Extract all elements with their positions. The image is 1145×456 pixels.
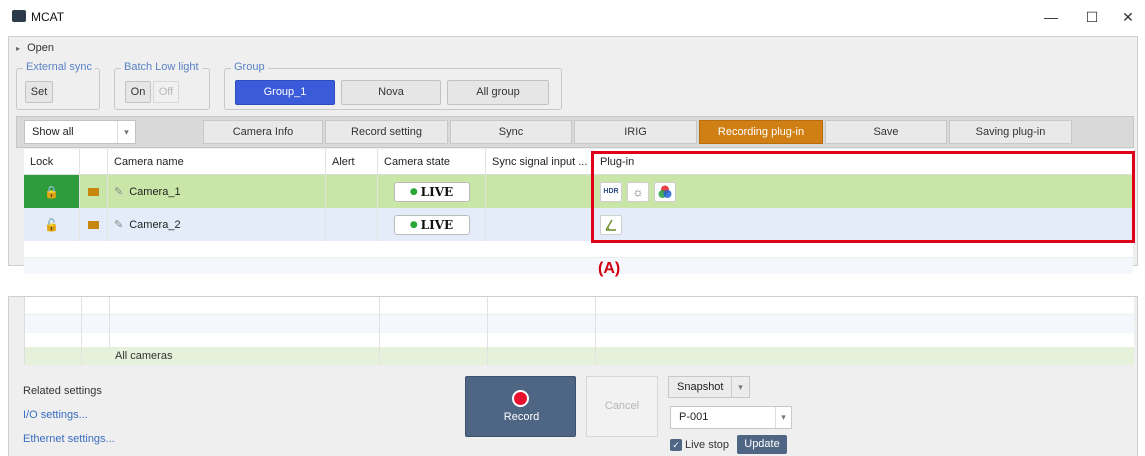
camera-state-cell: ● LIVE bbox=[378, 175, 486, 208]
external-sync-legend: External sync bbox=[23, 61, 96, 73]
tab-saving-plugin[interactable]: Saving plug-in bbox=[949, 120, 1072, 144]
title-bar: MCAT — ☐ ✕ bbox=[0, 0, 1145, 34]
col-divider bbox=[81, 297, 82, 365]
all-group-button[interactable]: All group bbox=[447, 80, 549, 105]
update-button[interactable]: Update bbox=[737, 435, 787, 454]
ethernet-settings-link[interactable]: Ethernet settings... bbox=[23, 433, 115, 445]
empty-row bbox=[25, 297, 1134, 315]
camera-table-bottom: All cameras bbox=[24, 297, 1134, 365]
off-button[interactable]: Off bbox=[153, 81, 179, 103]
nova-group-button[interactable]: Nova bbox=[341, 80, 441, 105]
open-label: Open bbox=[27, 42, 54, 54]
cancel-button[interactable]: Cancel bbox=[586, 376, 658, 437]
col-camera-name: Camera name bbox=[108, 149, 326, 174]
annotation-label: (A) bbox=[598, 260, 621, 277]
live-dot-icon: ● bbox=[409, 219, 418, 230]
col-alert: Alert bbox=[326, 149, 378, 174]
live-label: LIVE bbox=[420, 217, 454, 232]
batch-low-light-group: Batch Low light On Off bbox=[114, 61, 210, 110]
filter-dropdown[interactable]: Show all ▾ bbox=[24, 120, 136, 144]
camera-type-cell bbox=[80, 175, 108, 208]
group-selector: Group Group_1 Nova All group bbox=[224, 61, 562, 110]
col-type bbox=[80, 149, 108, 174]
alert-cell bbox=[326, 175, 378, 208]
record-label: Record bbox=[503, 411, 540, 423]
tab-sync[interactable]: Sync bbox=[450, 120, 572, 144]
alert-cell bbox=[326, 208, 378, 241]
unlocked-icon: 🔓 bbox=[44, 217, 59, 232]
all-cameras-label: All cameras bbox=[115, 350, 173, 362]
camera-icon bbox=[88, 220, 99, 229]
tab-recording-plugin[interactable]: Recording plug-in bbox=[699, 120, 823, 144]
live-label: LIVE bbox=[420, 184, 454, 199]
lock-cell[interactable]: 🔓 bbox=[24, 208, 80, 241]
all-cameras-row[interactable]: All cameras bbox=[25, 347, 1134, 365]
pencil-icon[interactable]: ✎ bbox=[114, 218, 123, 231]
col-camera-state: Camera state bbox=[378, 149, 486, 174]
live-stop-checkbox[interactable]: ✓ Live stop bbox=[670, 437, 729, 453]
related-settings-title: Related settings bbox=[23, 385, 102, 397]
live-badge[interactable]: ● LIVE bbox=[393, 181, 470, 202]
lock-cell[interactable]: 🔒 bbox=[24, 175, 80, 208]
filter-value: Show all bbox=[32, 126, 74, 138]
empty-row bbox=[25, 315, 1134, 333]
group-legend: Group bbox=[231, 61, 268, 73]
col-sync-signal: Sync signal input ... bbox=[486, 149, 594, 174]
record-icon bbox=[512, 390, 529, 407]
chevron-down-icon: ▾ bbox=[117, 121, 135, 143]
maximize-button[interactable]: ☐ bbox=[1077, 6, 1107, 28]
preset-select[interactable]: P-001 ▾ bbox=[670, 406, 792, 429]
batch-low-light-legend: Batch Low light bbox=[121, 61, 202, 73]
chevron-down-icon: ▾ bbox=[731, 377, 749, 397]
live-stop-label: Live stop bbox=[685, 439, 730, 451]
empty-row bbox=[24, 241, 1133, 258]
tab-irig[interactable]: IRIG bbox=[574, 120, 697, 144]
empty-row bbox=[24, 258, 1133, 274]
snapshot-label: Snapshot bbox=[677, 381, 724, 393]
col-divider bbox=[595, 297, 596, 365]
plugin-highlight-box bbox=[591, 151, 1135, 243]
col-divider bbox=[487, 297, 488, 365]
pencil-icon[interactable]: ✎ bbox=[114, 185, 123, 198]
window-title: MCAT bbox=[31, 10, 65, 24]
snapshot-dropdown[interactable]: Snapshot ▾ bbox=[668, 376, 750, 398]
preset-value: P-001 bbox=[679, 411, 709, 423]
col-lock: Lock bbox=[24, 149, 80, 174]
camera-name: Camera_1 bbox=[129, 185, 181, 198]
live-dot-icon: ● bbox=[409, 186, 418, 197]
external-sync-group: External sync Set bbox=[16, 61, 100, 110]
chevron-down-icon: ▾ bbox=[775, 407, 791, 428]
col-divider bbox=[109, 297, 110, 347]
sync-cell bbox=[486, 175, 594, 208]
open-toggle[interactable]: ▸ Open bbox=[16, 42, 54, 54]
record-button[interactable]: Record bbox=[465, 376, 576, 437]
sync-cell bbox=[486, 208, 594, 241]
camera-type-cell bbox=[80, 208, 108, 241]
set-button[interactable]: Set bbox=[25, 81, 53, 103]
camera-name: Camera_2 bbox=[129, 218, 181, 231]
empty-row bbox=[25, 333, 1134, 347]
close-button[interactable]: ✕ bbox=[1113, 6, 1143, 28]
group-1-button[interactable]: Group_1 bbox=[235, 80, 335, 105]
app-icon bbox=[12, 10, 26, 22]
checkbox-checked-icon: ✓ bbox=[670, 439, 682, 451]
camera-name-cell[interactable]: ✎ Camera_1 bbox=[108, 175, 326, 208]
minimize-button[interactable]: — bbox=[1036, 6, 1066, 28]
io-settings-link[interactable]: I/O settings... bbox=[23, 409, 88, 421]
camera-name-cell[interactable]: ✎ Camera_2 bbox=[108, 208, 326, 241]
tab-save[interactable]: Save bbox=[825, 120, 947, 144]
camera-state-cell: ● LIVE bbox=[378, 208, 486, 241]
tab-camera-info[interactable]: Camera Info bbox=[203, 120, 323, 144]
col-divider bbox=[379, 297, 380, 365]
on-button[interactable]: On bbox=[125, 81, 151, 103]
tab-record-setting[interactable]: Record setting bbox=[325, 120, 448, 144]
live-badge[interactable]: ● LIVE bbox=[393, 214, 470, 235]
locked-icon: 🔒 bbox=[44, 184, 59, 199]
chevron-right-icon: ▸ bbox=[16, 44, 21, 53]
camera-icon bbox=[88, 187, 99, 196]
